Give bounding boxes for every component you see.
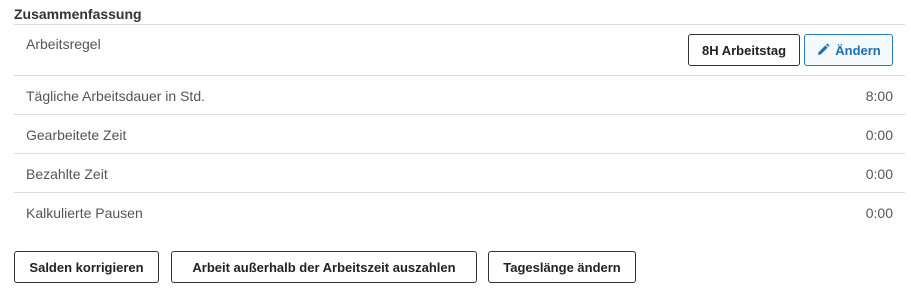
row-value: 0:00 xyxy=(865,127,893,143)
pay-out-overtime-button[interactable]: Arbeit außerhalb der Arbeitszeit auszahl… xyxy=(171,251,477,283)
change-day-length-button[interactable]: Tageslänge ändern xyxy=(488,251,636,283)
daily-work-duration-row: Tägliche Arbeitsdauer in Std. 8:00 xyxy=(14,76,905,115)
row-label: Bezahlte Zeit xyxy=(26,166,108,182)
row-label: Tägliche Arbeitsdauer in Std. xyxy=(26,88,205,104)
edit-button-label: Ändern xyxy=(835,42,881,58)
section-title: Zusammenfassung xyxy=(14,6,142,22)
correct-balances-button[interactable]: Salden korrigieren xyxy=(14,251,159,283)
work-rule-row: Arbeitsregel 8H Arbeitstag Ändern xyxy=(14,25,905,76)
pencil-icon xyxy=(816,43,830,57)
work-rule-label: Arbeitsregel xyxy=(26,36,101,52)
row-value: 0:00 xyxy=(865,205,893,221)
paid-time-row: Bezahlte Zeit 0:00 xyxy=(14,154,905,193)
edit-rule-button[interactable]: Ändern xyxy=(804,34,893,66)
worked-time-row: Gearbeitete Zeit 0:00 xyxy=(14,115,905,154)
current-rule-button[interactable]: 8H Arbeitstag xyxy=(688,34,800,66)
row-label: Gearbeitete Zeit xyxy=(26,127,127,143)
calculated-breaks-row: Kalkulierte Pausen 0:00 xyxy=(14,193,905,231)
row-value: 0:00 xyxy=(865,166,893,182)
row-value: 8:00 xyxy=(865,88,893,104)
row-label: Kalkulierte Pausen xyxy=(26,205,143,221)
